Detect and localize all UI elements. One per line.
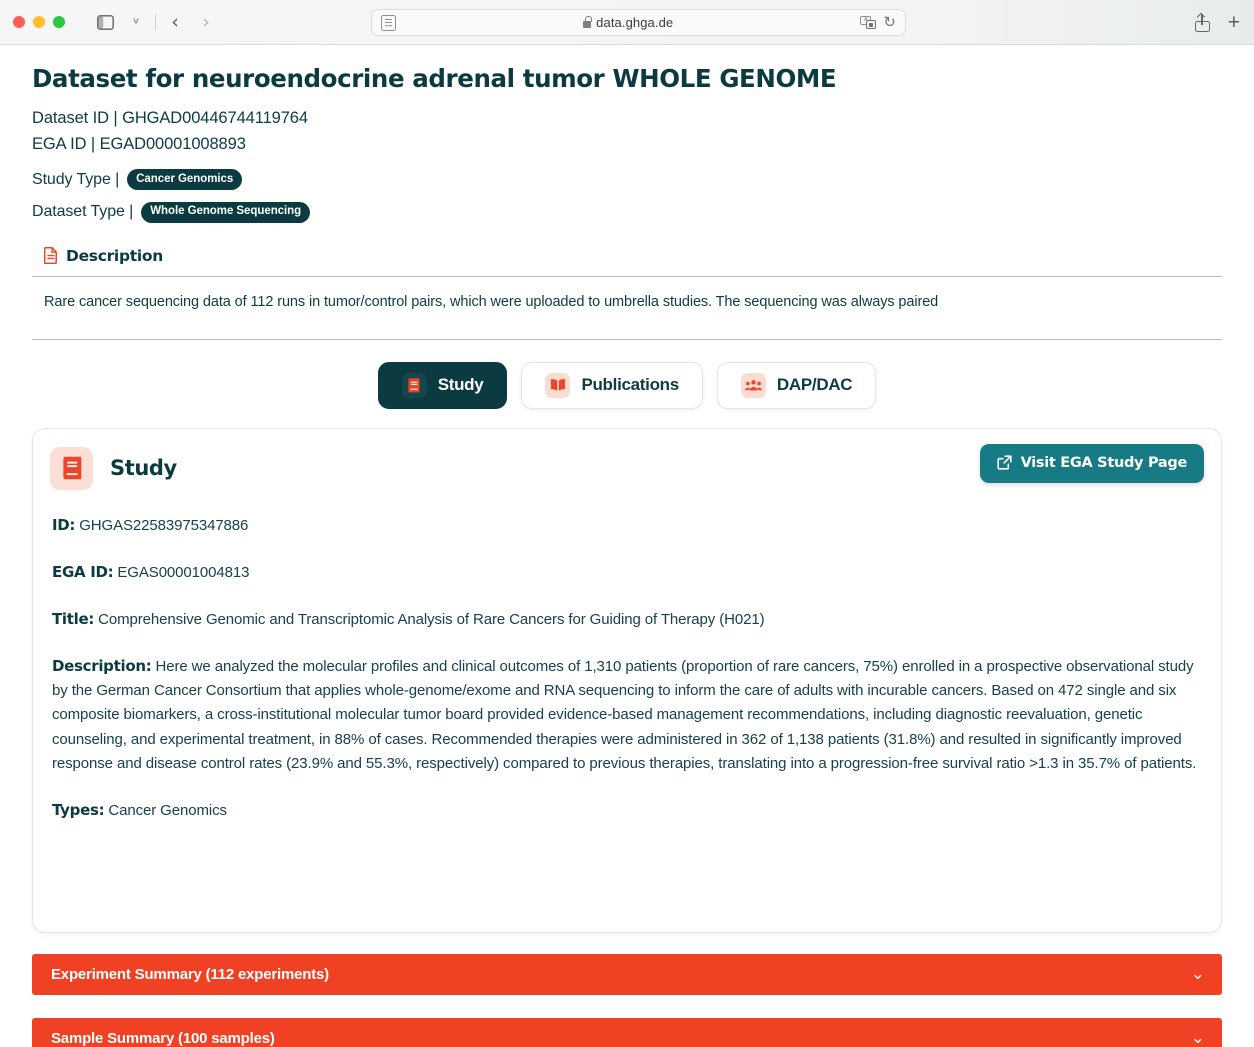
open-book-icon: [545, 372, 571, 398]
close-window-button[interactable]: [13, 16, 25, 28]
accordion-sample-summary-label: Sample Summary (100 samples): [51, 1029, 275, 1047]
tab-publications[interactable]: Publications: [521, 361, 703, 409]
summary-accordions: Experiment Summary (112 experiments) ⌄ S…: [32, 953, 1222, 1047]
toolbar-divider: [155, 14, 156, 30]
study-field-id: ID: GHGAS22583975347886: [52, 513, 1202, 538]
study-field-types-value: Cancer Genomics: [108, 802, 227, 820]
accordion-sample-summary[interactable]: Sample Summary (100 samples) ⌄: [32, 1017, 1222, 1047]
dataset-id-line: Dataset ID | GHGAD00446744119764: [32, 106, 1222, 132]
book-icon: [50, 446, 93, 490]
tab-overview-chevron-down-icon[interactable]: ˅: [122, 9, 150, 35]
study-field-ega-id: EGA ID: EGAS00001004813: [52, 560, 1202, 585]
tab-dap-dac[interactable]: DAP/DAC: [716, 361, 877, 409]
visit-ega-study-page-label: Visit EGA Study Page: [1020, 454, 1188, 471]
tab-publications-label: Publications: [581, 375, 679, 395]
page-title: Dataset for neuroendocrine adrenal tumor…: [32, 64, 837, 93]
url-text: data.ghga.de: [596, 15, 674, 30]
tab-study-label: Study: [437, 375, 484, 395]
study-field-ega-id-value: EGAS00001004813: [117, 563, 250, 581]
chevron-down-icon[interactable]: ⌄: [1191, 1029, 1205, 1047]
description-section-header: Description: [32, 247, 1222, 265]
study-field-types: Types: Cancer Genomics: [52, 798, 1202, 823]
window-traffic-lights: [0, 16, 65, 28]
tab-dap-dac-label: DAP/DAC: [776, 375, 853, 395]
accordion-experiment-summary-label: Experiment Summary (112 experiments): [51, 965, 329, 983]
ega-id-label: EGA ID |: [32, 134, 96, 153]
divider-bottom: [32, 338, 1222, 340]
tab-bar: Study Publications DAP/DAC: [0, 361, 1254, 409]
toolbar-right-controls: +: [1194, 0, 1240, 45]
study-field-description: Description: Here we analyzed the molecu…: [52, 654, 1202, 776]
back-arrow-icon[interactable]: ‹: [161, 9, 189, 35]
reader-view-icon[interactable]: [381, 14, 396, 31]
study-field-description-key: Description:: [52, 656, 152, 675]
forward-arrow-icon[interactable]: ›: [192, 9, 220, 35]
reload-icon[interactable]: ↻: [883, 15, 896, 30]
share-icon[interactable]: [1194, 13, 1210, 32]
external-link-icon: [996, 455, 1012, 470]
browser-toolbar: ˅ ‹ › data.ghga.de A ↻ +: [0, 0, 1254, 45]
visit-ega-study-page-button[interactable]: Visit EGA Study Page: [979, 443, 1204, 483]
study-field-types-key: Types:: [52, 801, 105, 820]
accordion-experiment-summary[interactable]: Experiment Summary (112 experiments) ⌄: [32, 953, 1222, 995]
dataset-id-value: GHGAD00446744119764: [122, 109, 308, 128]
minimize-window-button[interactable]: [33, 16, 45, 28]
ega-id-line: EGA ID | EGAD00001008893: [32, 132, 1222, 158]
document-icon: [43, 247, 58, 265]
translate-icon[interactable]: A: [860, 16, 877, 29]
study-field-title-value: Comprehensive Genomic and Transcriptomic…: [98, 610, 765, 628]
study-field-description-value: Here we analyzed the molecular profiles …: [52, 657, 1197, 773]
study-type-label: Study Type |: [32, 170, 120, 188]
sidebar-toggle-icon[interactable]: [91, 9, 119, 35]
book-icon: [401, 372, 427, 398]
address-bar-right-controls: A ↻: [860, 15, 896, 30]
toolbar-left-controls: ˅ ‹ ›: [65, 9, 220, 35]
page-content: Dataset for neuroendocrine adrenal tumor…: [0, 45, 1254, 1047]
header-section: Dataset for neuroendocrine adrenal tumor…: [0, 64, 1254, 340]
dataset-type-row: Dataset Type | Whole Genome Sequencing: [32, 201, 1222, 223]
study-field-title-key: Title:: [52, 609, 95, 628]
description-text: Rare cancer sequencing data of 112 runs …: [44, 293, 939, 310]
study-card: Study Visit EGA Study Page ID: GHGAS2258…: [32, 427, 1222, 933]
study-card-body: ID: GHGAS22583975347886 EGA ID: EGAS0000…: [50, 513, 1204, 823]
tab-study[interactable]: Study: [377, 361, 508, 409]
description-section-title: Description: [66, 246, 163, 265]
maximize-window-button[interactable]: [53, 16, 65, 28]
study-field-id-value: GHGAS22583975347886: [79, 516, 249, 534]
study-type-row: Study Type | Cancer Genomics: [32, 169, 1222, 190]
dataset-type-label: Dataset Type |: [32, 203, 134, 221]
chevron-down-icon[interactable]: ⌄: [1191, 965, 1205, 983]
new-tab-plus-icon[interactable]: +: [1228, 12, 1240, 33]
address-bar[interactable]: data.ghga.de A ↻: [371, 9, 906, 36]
lock-icon: [583, 16, 592, 28]
dataset-id-label: Dataset ID |: [32, 109, 118, 128]
address-bar-center: data.ghga.de: [396, 15, 860, 30]
ega-id-value: EGAD00001008893: [99, 134, 246, 153]
study-type-badge: Cancer Genomics: [127, 169, 243, 190]
study-field-id-key: ID:: [52, 515, 76, 534]
study-card-title: Study: [110, 456, 177, 481]
study-field-title: Title: Comprehensive Genomic and Transcr…: [52, 607, 1202, 632]
dataset-type-badge: Whole Genome Sequencing: [141, 201, 311, 223]
users-group-icon: [740, 372, 766, 398]
study-field-ega-id-key: EGA ID:: [52, 562, 114, 581]
